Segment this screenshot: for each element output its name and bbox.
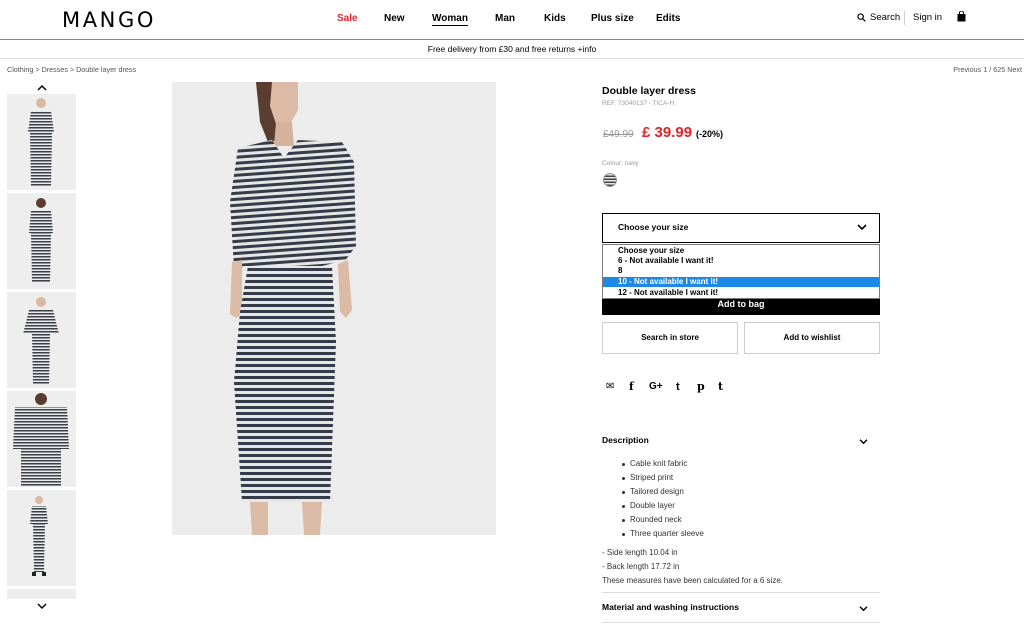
- product-main-image[interactable]: [172, 82, 496, 535]
- list-item: Tailored design: [622, 485, 704, 499]
- thumbnail-3[interactable]: [7, 292, 76, 388]
- size-option[interactable]: 12 - Not available I want it!: [603, 288, 879, 298]
- google-plus-icon[interactable]: G+: [649, 380, 663, 394]
- size-dropdown-list: Choose your size 6 - Not available I wan…: [602, 244, 880, 299]
- nav-man[interactable]: Man: [495, 13, 515, 24]
- search-icon: [857, 13, 866, 22]
- size-select[interactable]: Choose your size: [602, 213, 880, 243]
- thumbnail-1[interactable]: [7, 94, 76, 190]
- pinterest-icon[interactable]: p: [697, 380, 705, 394]
- description-heading: Description: [602, 435, 649, 445]
- colour-swatch-navy[interactable]: [603, 173, 617, 187]
- measure-note: These measures have been calculated for …: [602, 576, 783, 585]
- twitter-icon[interactable]: t: [676, 380, 680, 394]
- search-in-store-button[interactable]: Search in store: [602, 322, 738, 354]
- size-option[interactable]: Choose your size: [603, 246, 879, 256]
- header-search[interactable]: Search: [857, 12, 900, 23]
- chevron-down-icon: [857, 224, 867, 231]
- thumbnail-2[interactable]: [7, 193, 76, 289]
- sale-price: £ 39.99: [642, 124, 693, 141]
- nav-sale[interactable]: Sale: [337, 13, 358, 24]
- promo-banner[interactable]: Free delivery from £30 and free returns …: [0, 41, 1024, 59]
- signin-link[interactable]: Sign in: [913, 12, 942, 23]
- chevron-down-icon: [859, 606, 868, 612]
- product-reference: REF. 73040137 - TICA-H: [602, 100, 675, 107]
- description-bullets: Cable knit fabric Striped print Tailored…: [622, 457, 704, 541]
- list-item: Striped print: [622, 471, 704, 485]
- size-option[interactable]: 8: [603, 266, 879, 276]
- breadcrumb[interactable]: Clothing > Dresses > Double layer dress: [7, 65, 136, 74]
- section-divider: [602, 592, 880, 593]
- material-header[interactable]: Material and washing instructions: [602, 602, 880, 612]
- tumblr-icon[interactable]: t: [718, 380, 723, 394]
- discount-label: (-20%): [696, 129, 724, 139]
- thumbnail-6[interactable]: [7, 589, 76, 599]
- product-title: Double layer dress: [602, 85, 696, 97]
- size-select-value: Choose your size: [618, 222, 689, 232]
- header-divider: [904, 11, 905, 25]
- list-item: Rounded neck: [622, 513, 704, 527]
- list-item: Double layer: [622, 499, 704, 513]
- original-price: £49.99: [603, 129, 634, 140]
- nav-kids[interactable]: Kids: [544, 13, 566, 24]
- back-length: - Back length 17.72 in: [602, 562, 680, 571]
- prev-next-nav[interactable]: Previous 1 / 625 Next: [953, 65, 1022, 74]
- size-option[interactable]: 6 - Not available I want it!: [603, 256, 879, 266]
- chevron-down-icon[interactable]: [37, 602, 47, 610]
- nav-new[interactable]: New: [384, 13, 405, 24]
- nav-plus-size[interactable]: Plus size: [591, 13, 634, 24]
- shopping-bag-icon[interactable]: [957, 11, 966, 22]
- thumbnail-5[interactable]: [7, 490, 76, 586]
- chevron-down-icon: [859, 439, 868, 445]
- facebook-icon[interactable]: f: [629, 380, 634, 394]
- thumbnail-4[interactable]: [7, 391, 76, 487]
- chevron-up-icon[interactable]: [37, 84, 47, 92]
- nav-edits[interactable]: Edits: [656, 13, 680, 24]
- add-to-wishlist-button[interactable]: Add to wishlist: [744, 322, 880, 354]
- material-heading: Material and washing instructions: [602, 602, 739, 612]
- colour-label: Colour: navy: [602, 160, 639, 167]
- search-label: Search: [870, 12, 901, 23]
- size-option-selected[interactable]: 10 - Not available I want it!: [603, 277, 879, 287]
- thumbnail-gallery: [7, 82, 77, 612]
- description-header[interactable]: Description: [602, 435, 880, 445]
- side-length: - Side length 10.04 in: [602, 548, 678, 557]
- list-item: Three quarter sleeve: [622, 527, 704, 541]
- site-header: MANGO Sale New Woman Man Kids Plus size …: [0, 0, 1024, 40]
- mail-icon[interactable]: ✉: [606, 380, 614, 394]
- list-item: Cable knit fabric: [622, 457, 704, 471]
- nav-woman[interactable]: Woman: [432, 13, 468, 26]
- section-divider: [602, 622, 880, 623]
